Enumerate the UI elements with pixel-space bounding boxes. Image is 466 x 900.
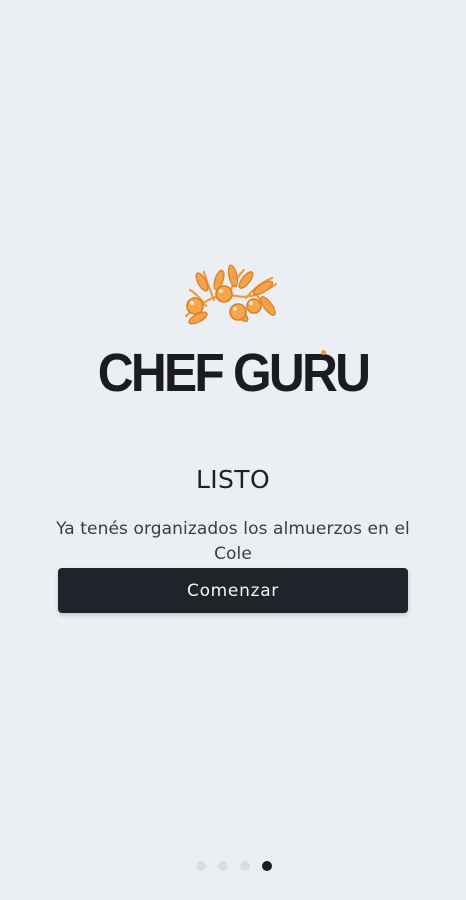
page-title: LISTO	[195, 464, 271, 494]
brand-accent-dot	[321, 350, 326, 355]
page-subtitle: Ya tenés organizados los almuerzos en el…	[56, 519, 410, 564]
start-button[interactable]: Comenzar	[58, 568, 408, 613]
pager-dot-3[interactable]	[240, 861, 250, 871]
pager-dot-2[interactable]	[218, 861, 228, 871]
pager-dots	[196, 860, 272, 872]
pager-dot-4-active[interactable]	[262, 861, 272, 871]
brand-wordmark: CHEF GURU	[97, 343, 371, 403]
olive-branch-icon	[184, 264, 278, 325]
pager-dot-1[interactable]	[196, 861, 206, 871]
